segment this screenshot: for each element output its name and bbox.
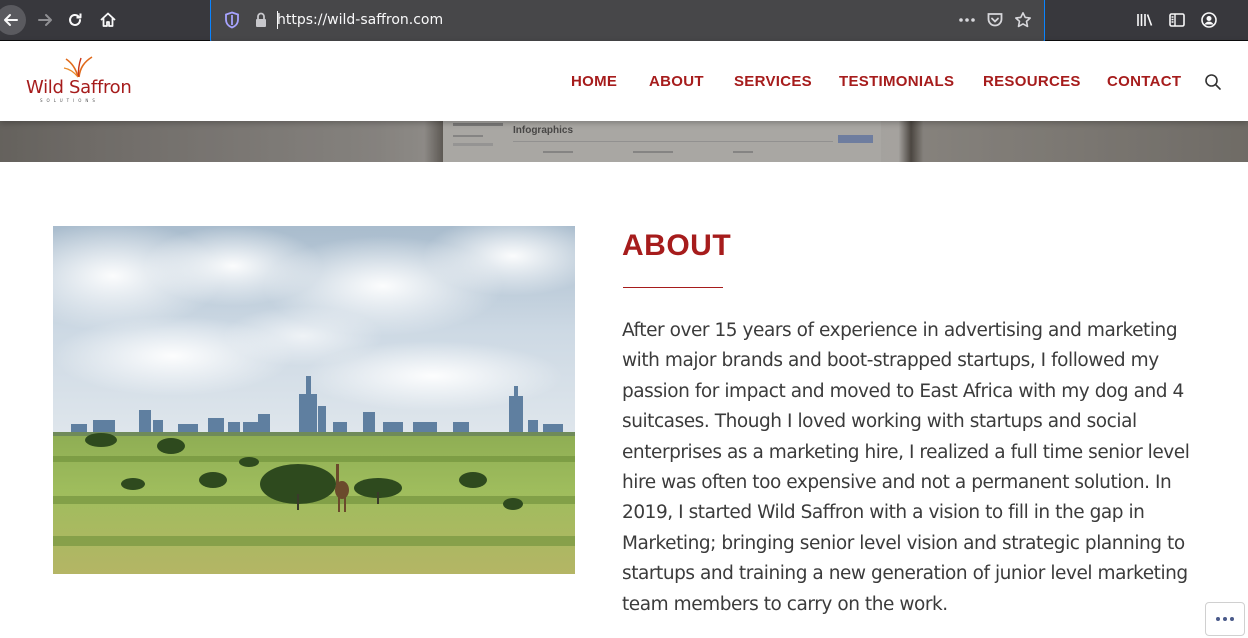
lock-icon[interactable] bbox=[254, 11, 268, 33]
home-icon bbox=[100, 12, 116, 27]
search-icon[interactable] bbox=[1204, 73, 1222, 91]
nav-services[interactable]: SERVICES bbox=[734, 73, 812, 90]
about-heading: ABOUT bbox=[622, 229, 732, 262]
nav-testimonials[interactable]: TESTIMONIALS bbox=[839, 73, 954, 90]
url-bar[interactable]: https://wild-saffron.com bbox=[210, 0, 1045, 42]
nav-about[interactable]: ABOUT bbox=[649, 73, 704, 90]
reload-button[interactable] bbox=[60, 5, 90, 35]
site-header: Wild Saffron SOLUTIONS HOME ABOUT SERVIC… bbox=[0, 41, 1248, 121]
hero-banner-image: Infographics bbox=[0, 121, 1248, 162]
page-actions-icon[interactable] bbox=[958, 11, 976, 29]
browser-toolbar: https://wild-saffron.com bbox=[0, 0, 1248, 42]
arrow-right-icon bbox=[38, 14, 52, 26]
nav-resources[interactable]: RESOURCES bbox=[983, 73, 1081, 90]
arrow-left-icon bbox=[4, 14, 18, 26]
nav-home[interactable]: HOME bbox=[571, 73, 617, 90]
main-navigation: HOME ABOUT SERVICES TESTIMONIALS RESOURC… bbox=[0, 73, 1248, 93]
account-icon[interactable] bbox=[1200, 11, 1218, 29]
ellipsis-icon bbox=[1216, 617, 1234, 621]
about-landscape-image bbox=[53, 226, 575, 574]
reload-icon bbox=[69, 13, 82, 26]
nav-contact[interactable]: CONTACT bbox=[1107, 73, 1181, 90]
home-button[interactable] bbox=[93, 5, 123, 35]
bookmark-star-icon[interactable] bbox=[1014, 11, 1032, 29]
sidebar-icon[interactable] bbox=[1168, 11, 1186, 29]
library-icon[interactable] bbox=[1136, 11, 1154, 29]
tracking-protection-icon[interactable] bbox=[224, 11, 240, 33]
url-text[interactable]: https://wild-saffron.com bbox=[277, 12, 443, 28]
heading-divider bbox=[623, 287, 723, 288]
forward-button[interactable] bbox=[30, 5, 60, 35]
back-button[interactable] bbox=[0, 5, 26, 35]
about-paragraph: After over 15 years of experience in adv… bbox=[622, 320, 1190, 615]
pocket-icon[interactable] bbox=[986, 11, 1004, 29]
more-options-button[interactable] bbox=[1205, 602, 1245, 636]
logo-tagline: SOLUTIONS bbox=[40, 98, 99, 103]
